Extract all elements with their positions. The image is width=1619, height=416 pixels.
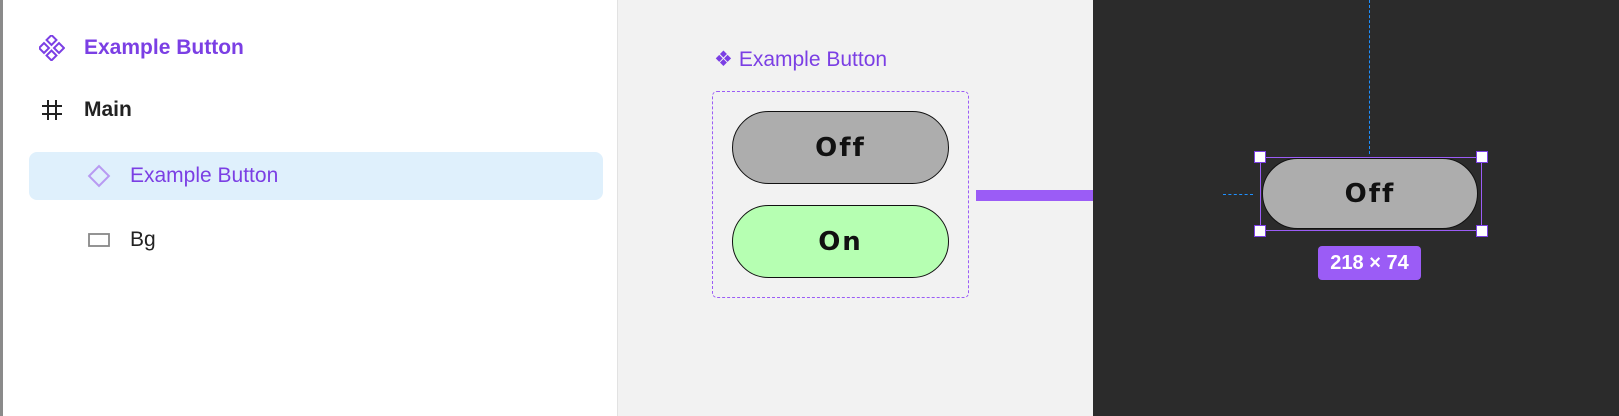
- component-set-frame[interactable]: Off On: [712, 91, 969, 298]
- size-badge: 218 × 74: [1318, 246, 1421, 280]
- layer-item-example-button[interactable]: Example Button: [29, 152, 603, 200]
- component-set-title[interactable]: ❖ Example Button: [714, 47, 887, 72]
- alignment-guide-vertical: [1369, 0, 1370, 154]
- resize-handle-top-right[interactable]: [1476, 151, 1488, 163]
- layer-item-bg[interactable]: Bg: [29, 220, 599, 260]
- layer-label: Example Button: [130, 164, 279, 187]
- component-set-icon: [39, 35, 65, 61]
- layers-panel: Example Button Main Example Button Bg: [0, 0, 617, 416]
- component-set-glyph-icon: ❖: [714, 48, 733, 71]
- layer-label: Main: [84, 98, 132, 121]
- layer-item-main[interactable]: Main: [29, 90, 599, 130]
- component-variant-icon: [86, 163, 112, 189]
- component-set-title-label: Example Button: [738, 47, 888, 71]
- resize-handle-bottom-right[interactable]: [1476, 225, 1488, 237]
- alignment-guide-horizontal: [1223, 194, 1253, 195]
- layer-item-component-set[interactable]: Example Button: [29, 28, 599, 68]
- resize-handle-bottom-left[interactable]: [1254, 225, 1266, 237]
- variant-on-button[interactable]: On: [732, 205, 949, 278]
- layer-label: Example Button: [84, 36, 244, 59]
- canvas-instance-area: Off 218 × 74: [1093, 0, 1619, 416]
- frame-icon: [39, 97, 65, 123]
- resize-handle-top-left[interactable]: [1254, 151, 1266, 163]
- selection-box[interactable]: Off: [1260, 157, 1482, 231]
- layer-label: Bg: [130, 228, 156, 251]
- variant-off-button[interactable]: Off: [732, 111, 949, 184]
- instance-off-button[interactable]: Off: [1262, 158, 1478, 229]
- rectangle-icon: [86, 227, 112, 253]
